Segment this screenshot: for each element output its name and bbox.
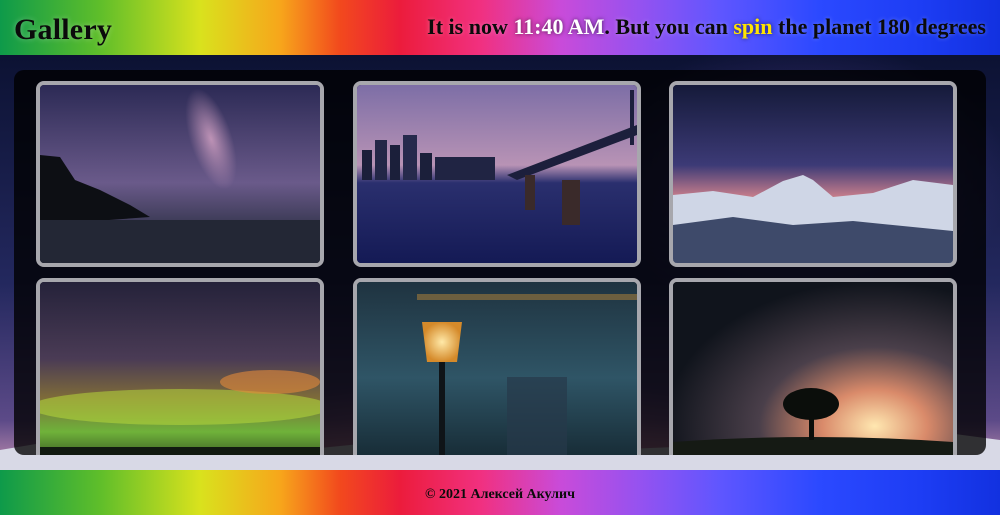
street-lamp-image [357, 282, 637, 455]
gallery-image-aurora[interactable] [36, 278, 324, 455]
footer-bar: © 2021 Алексей Акулич [0, 470, 1000, 515]
bridge-image [357, 85, 637, 263]
current-time: 11:40 AM [513, 14, 605, 39]
spin-link[interactable]: spin [733, 14, 772, 39]
gallery-image-bridge[interactable] [353, 81, 641, 267]
gallery-image-mountain[interactable] [669, 81, 957, 267]
headline-suffix: the planet 180 degrees [772, 14, 986, 39]
copyright-text: © 2021 Алексей Акулич [425, 487, 575, 502]
gallery-image-street-lamp[interactable] [353, 278, 641, 455]
headline-prefix: It is now [427, 14, 514, 39]
aurora-image [40, 282, 320, 455]
gallery-panel [14, 70, 986, 455]
lone-tree-image [673, 282, 953, 455]
headline-middle: . But you can [604, 14, 734, 39]
gallery-image-lone-tree[interactable] [669, 278, 957, 455]
milky-way-image [40, 85, 320, 263]
matterhorn-image [673, 85, 953, 263]
header-bar: Gallery It is now 11:40 AM. But you can … [0, 0, 1000, 55]
headline: It is now 11:40 AM. But you can spin the… [427, 14, 986, 40]
gallery-image-milky-way[interactable] [36, 81, 324, 267]
site-logo[interactable]: Gallery [14, 13, 112, 47]
